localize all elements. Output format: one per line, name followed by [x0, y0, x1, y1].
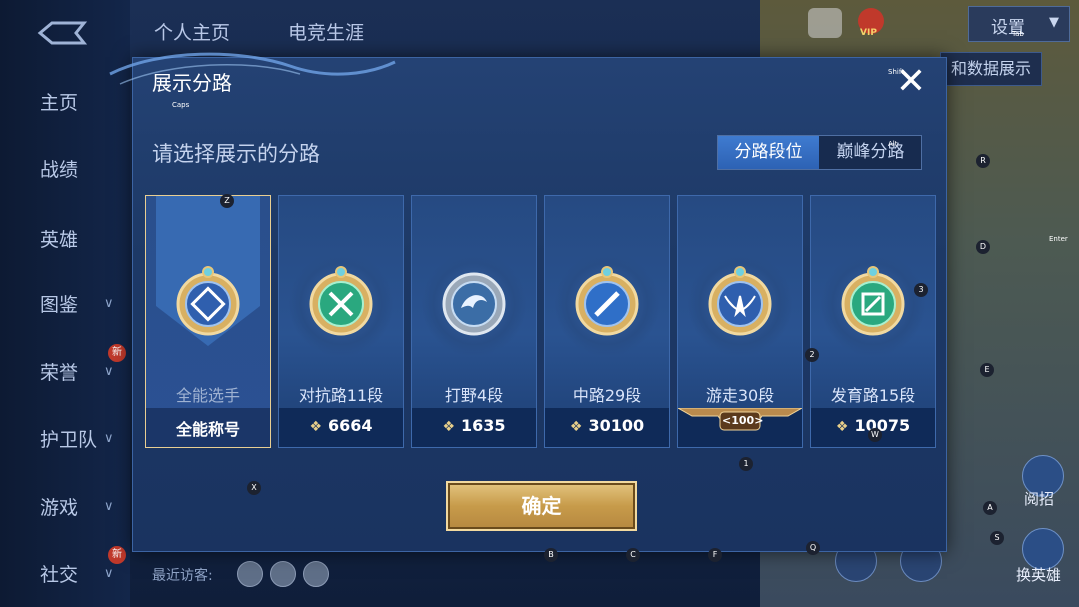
- new-badge: 新: [108, 546, 126, 564]
- chevron-down-icon: ∨: [104, 431, 114, 446]
- key-hint: 3: [914, 283, 928, 297]
- jungle-medal-icon: [442, 272, 506, 336]
- visitor-avatar[interactable]: [237, 561, 263, 587]
- lane-card-roam[interactable]: 游走30段 <100>: [677, 195, 803, 448]
- key-hint: Shift: [888, 68, 904, 76]
- points-icon: ❖: [835, 419, 849, 435]
- tab-personal-home[interactable]: 个人主页: [154, 18, 230, 45]
- qq-icon[interactable]: [808, 8, 842, 38]
- new-badge: 新: [108, 344, 126, 362]
- mid-lane-medal-icon: [575, 266, 639, 336]
- sidebar-item-1[interactable]: 主页: [40, 88, 78, 115]
- key-hint: R: [976, 154, 990, 168]
- tab-lane-rank[interactable]: 分路段位: [718, 136, 819, 169]
- key-hint: B: [544, 548, 558, 562]
- recent-visitors-label: 最近访客:: [152, 568, 213, 584]
- chevron-down-icon: ∨: [104, 566, 114, 581]
- key-hint: 2: [805, 348, 819, 362]
- key-hint: Alt: [888, 140, 898, 148]
- chevron-down-icon: ∨: [104, 499, 114, 514]
- points-icon: ❖: [569, 419, 583, 435]
- lane-card-jungle[interactable]: 打野4段 ❖ 1635: [411, 195, 537, 448]
- lane-name: 全能选手: [175, 386, 240, 405]
- roam-medal-icon: [708, 266, 772, 336]
- lane-name: 中路29段: [572, 386, 642, 405]
- points-icon: ❖: [442, 419, 456, 435]
- key-hint: S: [990, 531, 1004, 545]
- chevron-down-icon: ▼: [1049, 15, 1059, 30]
- lane-score: 10075: [854, 416, 911, 435]
- visitor-avatar[interactable]: [270, 561, 296, 587]
- key-hint: Caps: [172, 101, 190, 109]
- lane-name: 发育路15段: [830, 386, 916, 405]
- lane-name: 游走30段: [705, 386, 775, 405]
- tab-peak-lane[interactable]: 巅峰分路: [820, 136, 921, 169]
- key-hint: F: [708, 548, 722, 562]
- sidebar-item-6[interactable]: 护卫队: [40, 425, 97, 452]
- sidebar-item-3[interactable]: 英雄: [40, 225, 78, 252]
- key-hint: C: [626, 548, 640, 562]
- farm-lane-medal-icon: [841, 266, 905, 336]
- tab-esports-career[interactable]: 电竞生涯: [288, 18, 364, 45]
- vip-badge: VIP: [860, 28, 877, 38]
- lane-name: 打野4段: [444, 386, 504, 405]
- all-round-medal-icon: [176, 266, 240, 336]
- rank-100-text: <100>: [722, 414, 763, 427]
- key-hint: Enter: [1049, 235, 1068, 243]
- lane-score: 全能称号: [175, 420, 240, 439]
- lane-name: 对抗路11段: [298, 386, 384, 405]
- points-icon: ❖: [309, 419, 323, 435]
- visitor-avatar[interactable]: [303, 561, 329, 587]
- sidebar-item-5[interactable]: 荣誉: [40, 358, 78, 385]
- key-hint: D: [976, 240, 990, 254]
- sidebar-item-7[interactable]: 游戏: [40, 493, 78, 520]
- key-hint: X: [247, 481, 261, 495]
- sidebar-item-2[interactable]: 战绩: [40, 155, 78, 182]
- clash-lane-medal-icon: [309, 266, 373, 336]
- lane-card-mid[interactable]: 中路29段 ❖ 30100: [544, 195, 670, 448]
- confirm-button[interactable]: 确定: [446, 481, 637, 531]
- key-hint: Z: [220, 194, 234, 208]
- lane-score: 30100: [588, 416, 645, 435]
- lane-score-row: ❖ 1635: [412, 416, 536, 435]
- dialog-title: 展示分路: [152, 71, 232, 95]
- data-display-button[interactable]: 和数据展示: [940, 52, 1042, 86]
- back-icon[interactable]: [36, 20, 88, 46]
- key-hint: Tab: [1012, 30, 1024, 38]
- key-hint: A: [983, 501, 997, 515]
- lane-card-all-round[interactable]: 全能选手 全能称号: [145, 195, 271, 448]
- key-hint: Q: [806, 541, 820, 555]
- lane-score-row: ❖ 6664: [279, 416, 403, 435]
- lane-card-clash[interactable]: 对抗路11段 ❖ 6664: [278, 195, 404, 448]
- key-hint: 1: [739, 457, 753, 471]
- close-icon[interactable]: ✕: [886, 60, 936, 104]
- sidebar-item-8[interactable]: 社交: [40, 560, 78, 587]
- lane-score-row: ❖ 30100: [545, 416, 669, 435]
- lane-card-farm[interactable]: 发育路15段 ❖ 10075: [810, 195, 936, 448]
- lane-score: 1635: [461, 416, 506, 435]
- chevron-down-icon: ∨: [104, 296, 114, 311]
- key-hint: E: [980, 363, 994, 377]
- chevron-down-icon: ∨: [104, 364, 114, 379]
- switch-hero-label: 换英雄: [1016, 566, 1062, 584]
- lane-score: 100: [731, 414, 755, 427]
- lane-score: 6664: [328, 416, 373, 435]
- sidebar-item-4[interactable]: 图鉴: [40, 290, 78, 317]
- notice-label: 阅招: [1024, 490, 1055, 508]
- key-hint: W: [868, 428, 882, 442]
- title-swirl-decoration: [109, 52, 396, 85]
- dialog-subtitle: 请选择展示的分路: [152, 142, 320, 166]
